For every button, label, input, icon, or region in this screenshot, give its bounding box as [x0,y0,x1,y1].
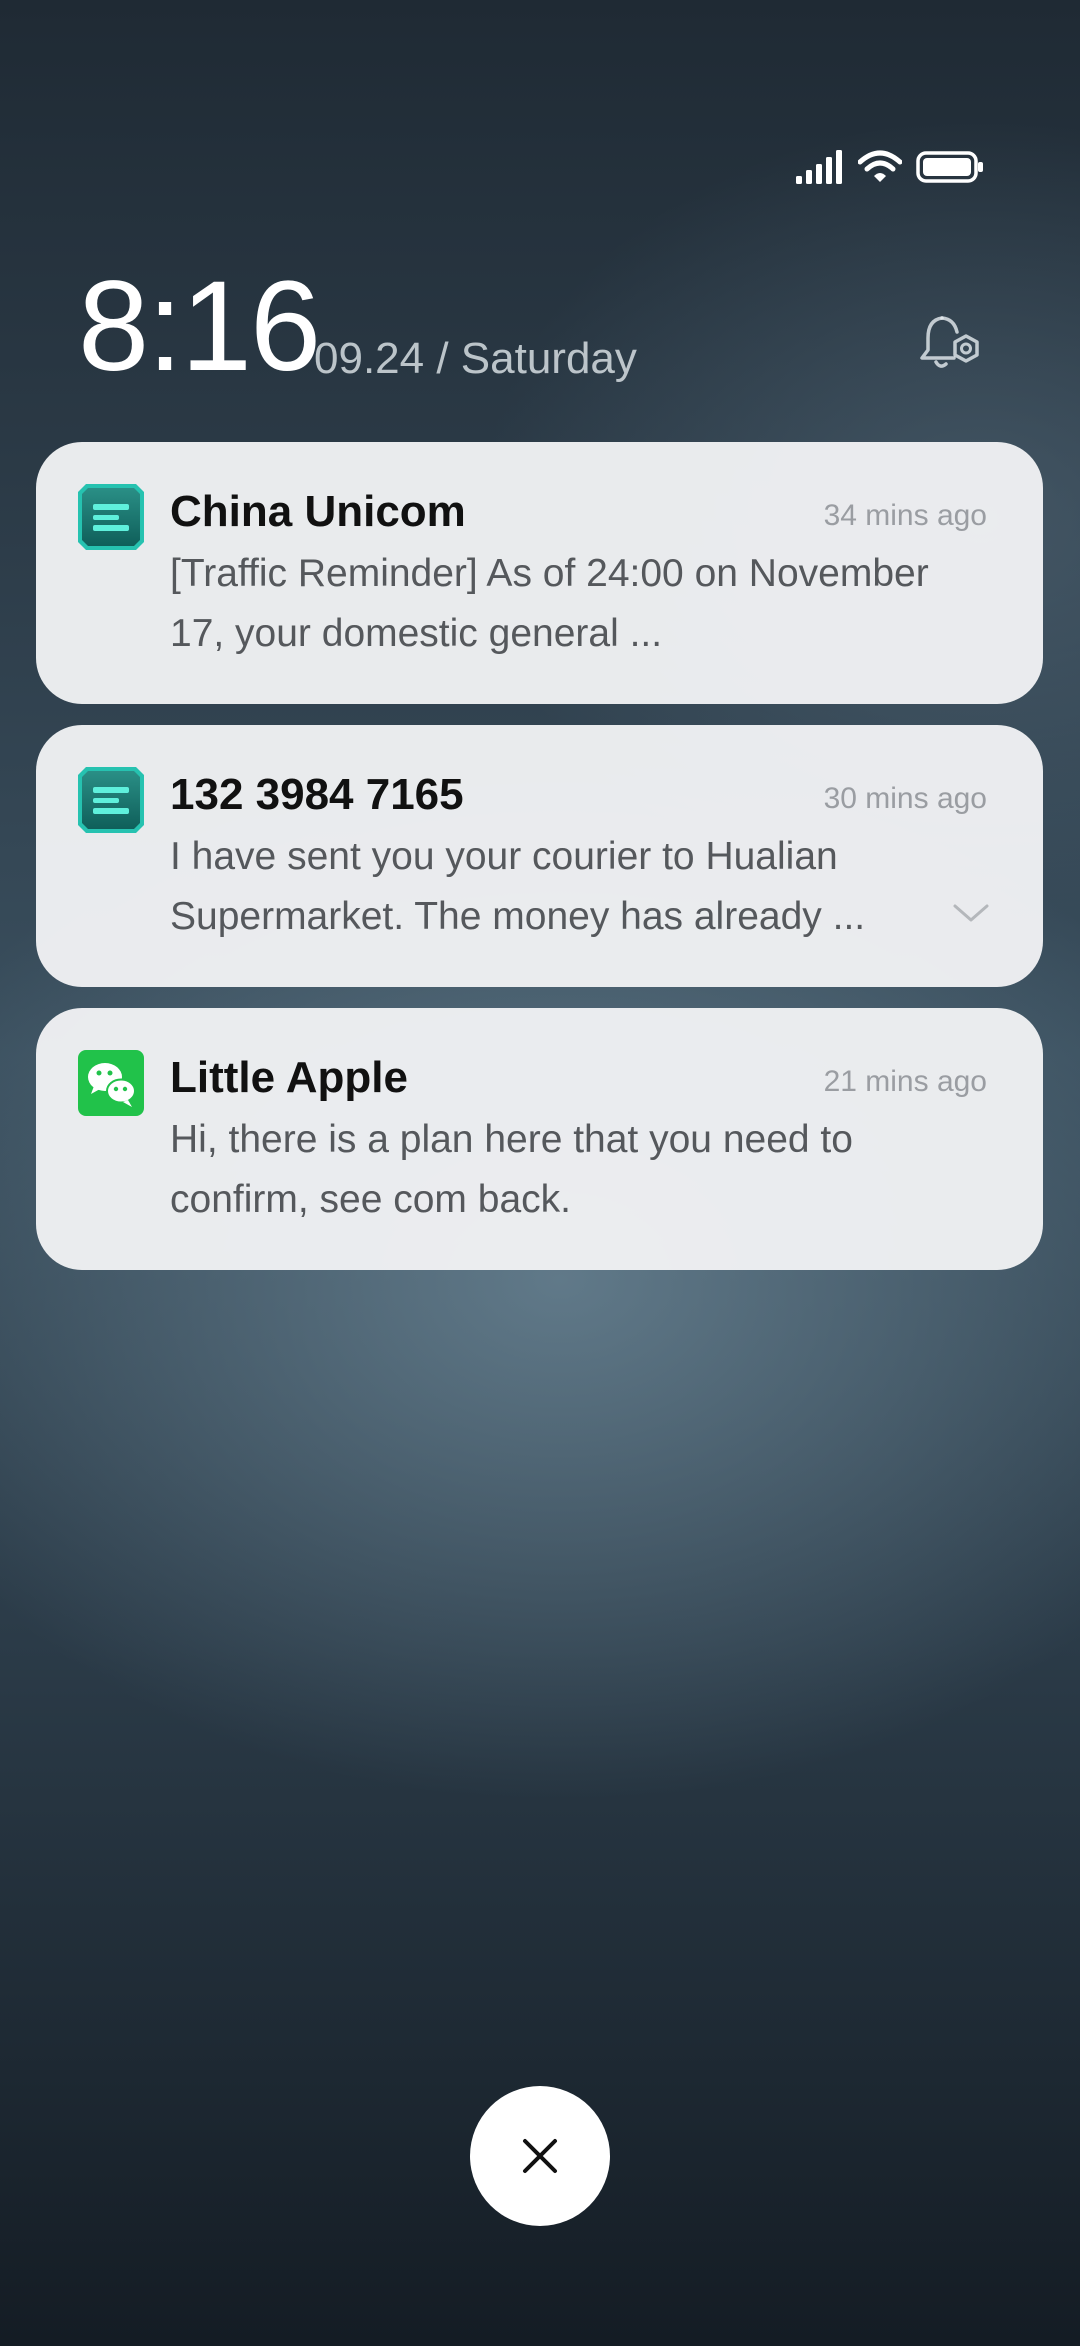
notification-time: 30 mins ago [823,782,987,815]
wechat-icon [78,1050,144,1116]
wifi-icon [858,150,902,182]
battery-icon [916,151,983,183]
signal-icon [796,150,842,184]
notification-body: [Traffic Reminder] As of 24:00 on Novemb… [170,552,929,655]
notification-title: 132 3984 7165 [170,770,464,819]
clock-time: 8:16 [78,255,321,398]
status-bar [796,150,984,184]
notification-title: China Unicom [170,487,466,536]
notification-card[interactable]: Little Apple 21 mins ago Hi, there is a … [36,1008,1043,1270]
clear-notifications-button[interactable] [470,2086,610,2226]
chevron-down-icon[interactable] [951,901,991,925]
notification-time: 21 mins ago [823,1065,987,1098]
notification-list: China Unicom 34 mins ago [Traffic Remind… [36,442,1043,1291]
notification-card[interactable]: China Unicom 34 mins ago [Traffic Remind… [36,442,1043,704]
lockscreen-clock-row: 8:16 09.24 / Saturday [78,262,984,392]
notification-body: I have sent you your courier to Hualian … [170,835,866,938]
notification-time: 34 mins ago [823,499,987,532]
notification-card[interactable]: 132 3984 7165 30 mins ago I have sent yo… [36,725,1043,987]
messages-icon [78,484,144,550]
bell-settings-icon[interactable] [920,312,984,374]
notification-body: Hi, there is a plan here that you need t… [170,1118,853,1221]
messages-icon [78,767,144,833]
close-icon [523,2139,557,2173]
notification-title: Little Apple [170,1053,408,1102]
clock-date: 09.24 / Saturday [314,334,637,383]
